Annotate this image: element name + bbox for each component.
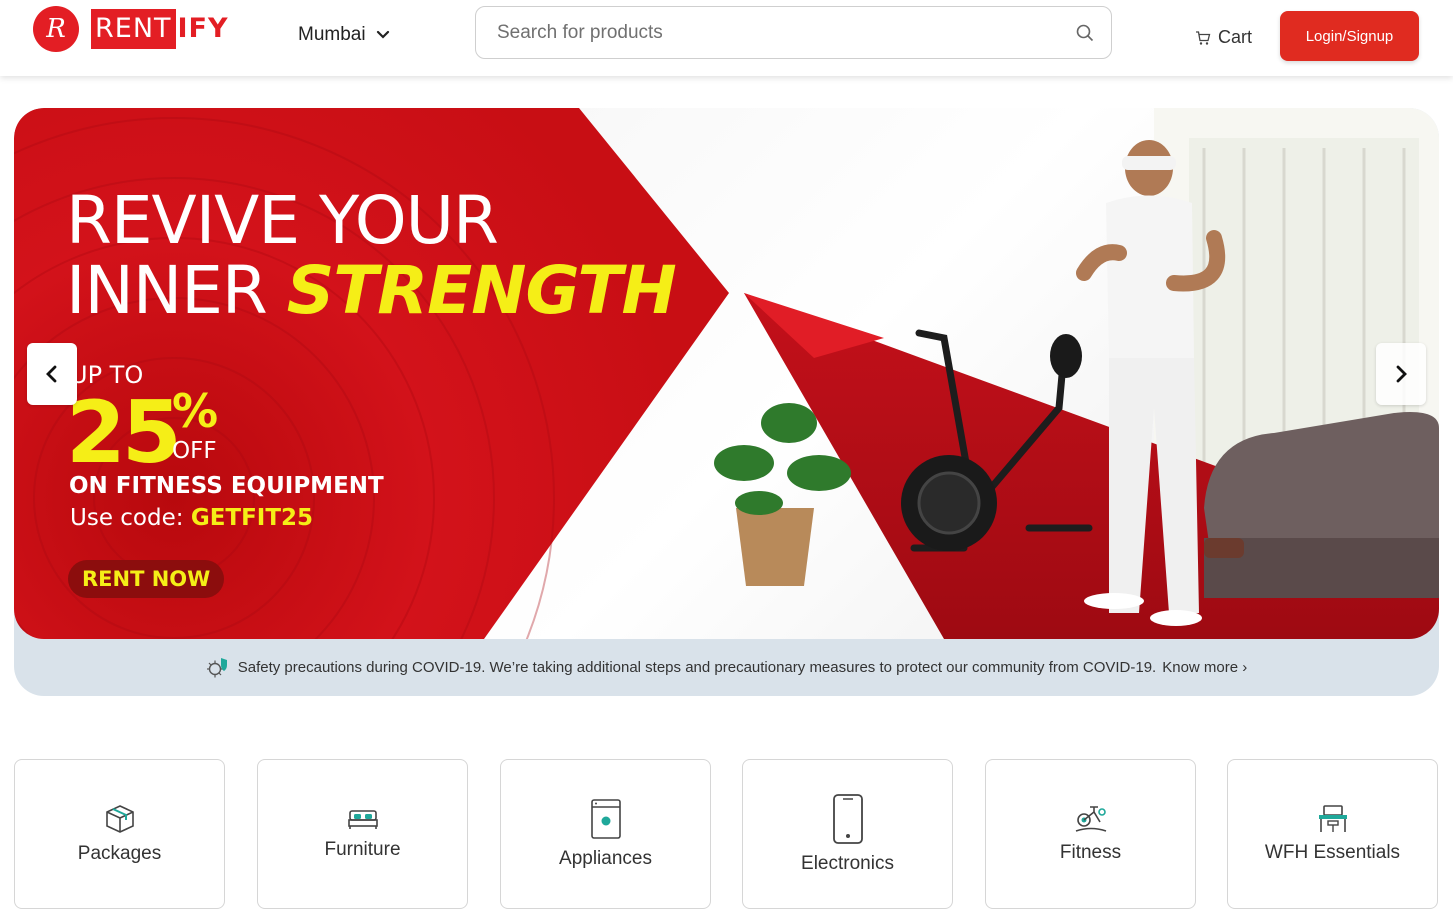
category-label: WFH Essentials (1264, 842, 1401, 863)
percent-sign: % (172, 384, 219, 438)
washing-machine-icon (590, 799, 621, 839)
chevron-left-icon (46, 365, 57, 383)
category-electronics[interactable]: Electronics (742, 759, 953, 909)
city-name: Mumbai (298, 24, 366, 45)
search-icon[interactable] (1065, 24, 1105, 42)
promo-code-line: Use code: GETFIT25 (70, 505, 313, 531)
carousel-next-button[interactable] (1376, 343, 1426, 405)
category-appliances[interactable]: Appliances (500, 759, 711, 909)
hero-banner-container: REVIVE YOUR INNER STRENGTH UP TO 25 % OF… (14, 108, 1439, 696)
category-fitness[interactable]: Fitness (985, 759, 1196, 909)
notice-text: Safety precautions during COVID-19. We’r… (237, 659, 1157, 676)
chevron-down-icon (376, 30, 389, 39)
rent-now-button[interactable]: RENT NOW (68, 560, 225, 598)
logo-letter: R (46, 14, 66, 44)
hero-banner[interactable]: REVIVE YOUR INNER STRENGTH UP TO 25 % OF… (14, 108, 1439, 639)
bed-icon (347, 810, 378, 829)
category-label: Fitness (1059, 842, 1122, 863)
carousel-prev-button[interactable] (27, 343, 77, 405)
headline-highlight: STRENGTH (286, 252, 677, 329)
logo-ify: IFY (177, 13, 229, 44)
logo-rent: RENT (91, 9, 176, 49)
banner-headline: REVIVE YOUR INNER STRENGTH (66, 182, 677, 326)
logo-mark: R (33, 6, 79, 52)
search-input[interactable] (476, 7, 1065, 58)
city-selector[interactable]: Mumbai (298, 24, 390, 46)
category-label: Packages (77, 843, 162, 864)
rentify-logo[interactable]: R RENT IFY (33, 6, 229, 52)
cart-label: Cart (1218, 27, 1253, 47)
smartphone-icon (832, 794, 863, 844)
chevron-right-icon (1396, 365, 1407, 383)
logo-wordmark: RENT IFY (91, 9, 229, 49)
headline-line-1: REVIVE YOUR (66, 182, 499, 259)
headline-plain: INNER (66, 252, 287, 329)
promo-code: GETFIT25 (190, 505, 314, 531)
virus-shield-icon (206, 657, 227, 677)
category-wfh-essentials[interactable]: WFH Essentials (1227, 759, 1438, 909)
covid-notice: Safety precautions during COVID-19. We’r… (14, 639, 1439, 696)
desk-chair-icon (1318, 805, 1347, 832)
category-label: Furniture (324, 839, 401, 860)
discount-value: 25 (66, 383, 182, 483)
cart-icon (1196, 30, 1211, 45)
package-icon (105, 805, 134, 833)
category-label: Electronics (801, 853, 894, 874)
know-more-link[interactable]: Know more › (1162, 659, 1247, 676)
headline-line-2: INNER STRENGTH (66, 256, 677, 326)
site-header: R RENT IFY Mumbai Cart Login/Signup (0, 0, 1453, 76)
category-label: Appliances (559, 848, 652, 869)
login-signup-button[interactable]: Login/Signup (1280, 11, 1419, 61)
code-label: Use code: (70, 505, 191, 531)
cart-link[interactable]: Cart (1195, 27, 1252, 48)
category-packages[interactable]: Packages (14, 759, 225, 909)
off-label: OFF (172, 438, 217, 464)
offer-category: ON FITNESS EQUIPMENT (69, 473, 384, 499)
exercise-bike-icon (1075, 806, 1106, 832)
search-bar (475, 6, 1112, 59)
category-furniture[interactable]: Furniture (257, 759, 468, 909)
